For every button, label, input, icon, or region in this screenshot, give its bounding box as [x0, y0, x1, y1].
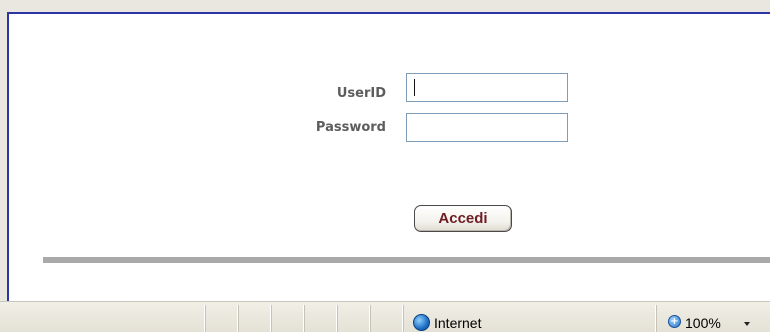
status-pane-separator	[271, 305, 272, 332]
page-content-frame: UserID Password Accedi	[7, 12, 770, 301]
chevron-down-icon[interactable]	[744, 322, 750, 326]
status-pane-separator	[205, 305, 206, 332]
status-pane-separator	[370, 305, 371, 332]
password-label: Password	[315, 120, 386, 135]
userid-label: UserID	[336, 86, 386, 101]
status-pane-separator	[238, 305, 239, 332]
zoom-level[interactable]: 100%	[685, 315, 721, 331]
text-caret	[414, 79, 415, 96]
userid-input[interactable]	[406, 73, 568, 102]
password-input[interactable]	[406, 113, 568, 142]
status-pane-separator	[337, 305, 338, 332]
status-pane-separator	[656, 305, 657, 332]
horizontal-divider	[43, 257, 770, 263]
status-pane-separator	[304, 305, 305, 332]
status-pane-separator	[403, 305, 404, 332]
browser-status-bar: Internet + 100%	[0, 301, 770, 332]
login-button[interactable]: Accedi	[414, 205, 512, 232]
security-zone-label: Internet	[434, 315, 482, 331]
globe-icon	[413, 314, 430, 331]
magnifier-icon[interactable]: +	[668, 315, 681, 328]
